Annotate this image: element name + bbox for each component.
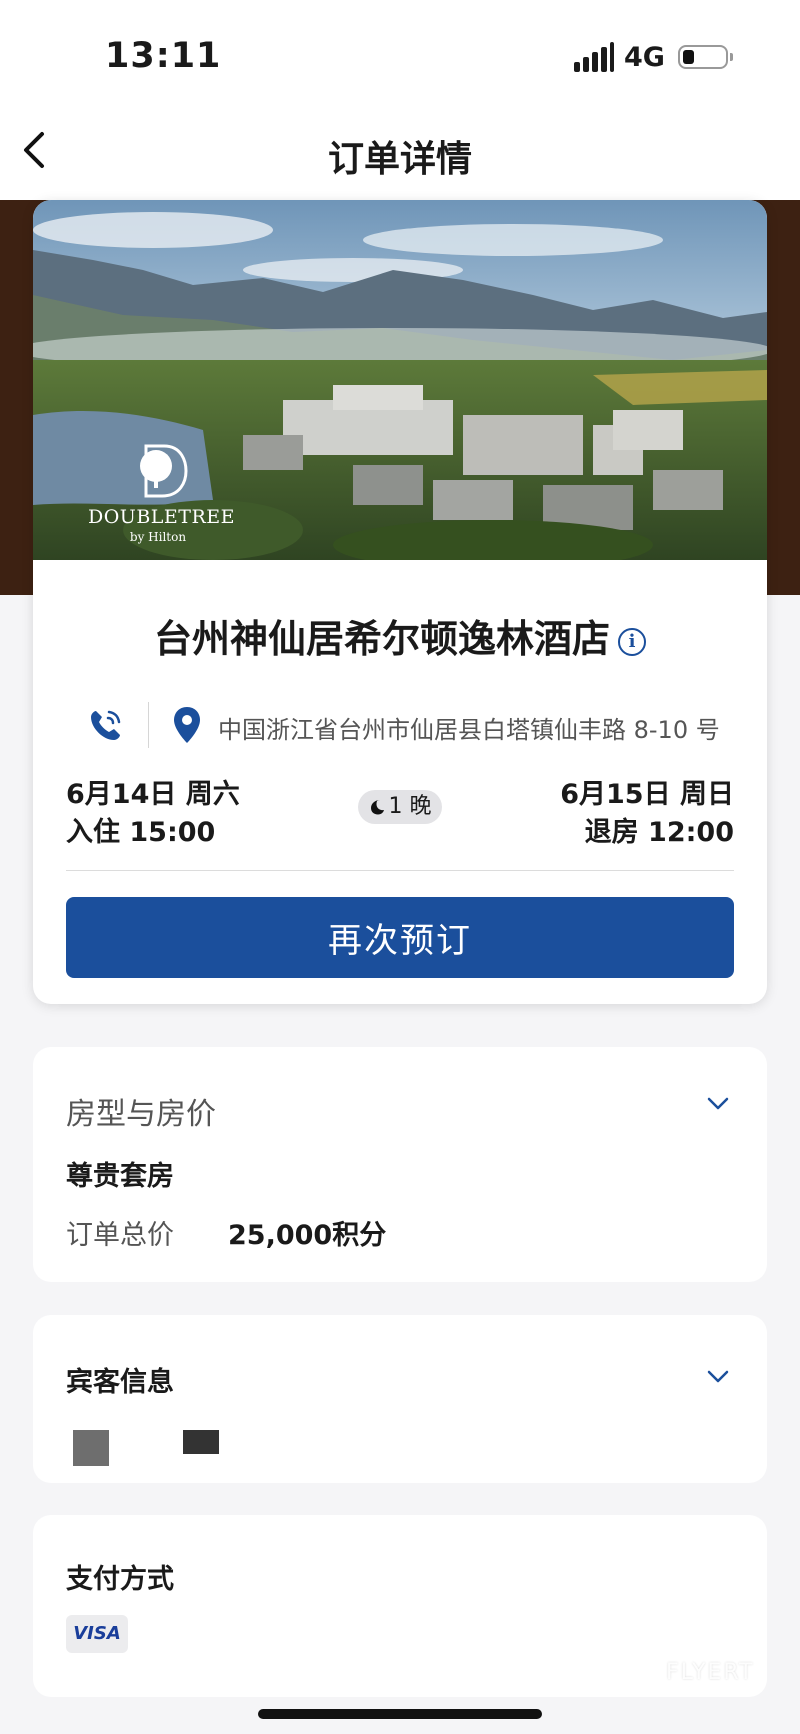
check-in-time: 入住 15:00 — [66, 817, 216, 848]
total-price-label: 订单总价 — [66, 1220, 174, 1251]
room-rate-card[interactable]: 房型与房价 尊贵套房 订单总价 25,000积分 — [33, 1047, 767, 1282]
logo-subtext: by Hilton — [129, 530, 187, 544]
moon-icon — [370, 800, 384, 815]
chevron-down-icon[interactable] — [707, 1097, 729, 1111]
redacted-guest-name — [73, 1430, 109, 1466]
chevron-down-icon[interactable] — [707, 1370, 729, 1384]
battery-icon — [678, 45, 733, 69]
status-time: 13:11 — [105, 36, 222, 76]
divider — [148, 702, 149, 748]
doubletree-logo: DOUBLETREE by Hilton — [88, 442, 235, 544]
logo-text: DOUBLETREE — [88, 506, 235, 528]
room-type: 尊贵套房 — [66, 1161, 174, 1192]
total-price-value: 25,000积分 — [228, 1220, 387, 1251]
room-section-title: 房型与房价 — [66, 1097, 216, 1132]
check-in-date: 6月14日 周六 — [66, 779, 240, 810]
home-indicator[interactable] — [258, 1709, 542, 1719]
payment-section-title: 支付方式 — [66, 1564, 174, 1595]
check-out-time: 退房 12:00 — [584, 817, 734, 848]
divider — [66, 870, 734, 871]
nights-count: 1 晚 — [388, 794, 432, 819]
status-bar: 13:11 4G — [0, 0, 800, 100]
rebook-button[interactable]: 再次预订 — [66, 897, 734, 978]
visa-card-icon: VISA — [66, 1615, 128, 1653]
nav-bar: 订单详情 — [0, 100, 800, 200]
guest-info-card[interactable]: 宾客信息 — [33, 1315, 767, 1483]
hotel-address[interactable]: 中国浙江省台州市仙居县白塔镇仙丰路 8-10 号 — [218, 710, 720, 745]
guest-section-title: 宾客信息 — [66, 1367, 174, 1398]
location-pin-icon — [174, 707, 200, 743]
signal-icon — [574, 42, 614, 72]
hotel-card: DOUBLETREE by Hilton 台州神仙居希尔顿逸林酒店 i 中国浙江省… — [33, 200, 767, 1004]
hotel-name-text: 台州神仙居希尔顿逸林酒店 — [153, 617, 610, 661]
phone-icon[interactable] — [87, 706, 125, 744]
payment-card: 支付方式 VISA — [33, 1515, 767, 1697]
stay-dates: 6月14日 周六 入住 15:00 1 晚 6月15日 周日 退房 12:00 — [33, 772, 767, 872]
check-out-date: 6月15日 周日 — [560, 779, 734, 810]
page-title: 订单详情 — [327, 139, 472, 180]
redacted-guest-detail — [183, 1430, 219, 1454]
network-label: 4G — [624, 42, 665, 73]
hotel-name: 台州神仙居希尔顿逸林酒店 i — [33, 608, 767, 663]
nights-badge: 1 晚 — [358, 790, 442, 824]
watermark: FLYERT — [666, 1660, 755, 1685]
info-icon[interactable]: i — [618, 627, 646, 656]
contact-row: 中国浙江省台州市仙居县白塔镇仙丰路 8-10 号 — [33, 700, 767, 750]
